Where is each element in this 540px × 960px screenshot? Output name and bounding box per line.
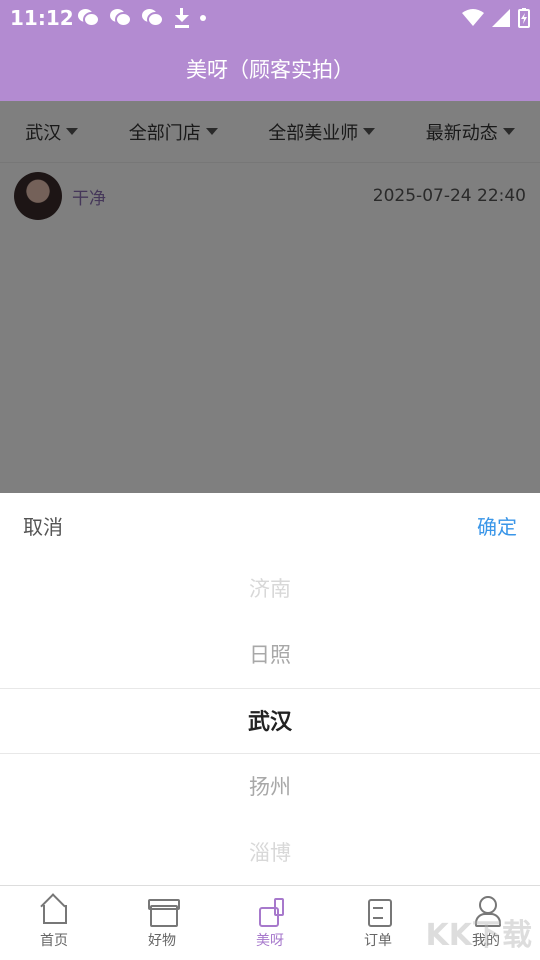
page-title: 美呀（顾客实拍）: [186, 57, 354, 82]
status-bar: 11:12: [0, 0, 540, 36]
home-icon: [39, 896, 69, 924]
wechat-icon: [78, 9, 100, 27]
cancel-button[interactable]: 取消: [23, 511, 63, 540]
tab-orders-label: 订单: [364, 933, 392, 949]
wifi-icon: [462, 9, 484, 26]
nail-polish-icon: [255, 896, 285, 927]
system-icons: [462, 8, 530, 28]
download-icon: [174, 8, 190, 28]
wechat-icon: [142, 9, 164, 27]
tab-home[interactable]: 首页: [0, 886, 108, 960]
picker-option[interactable]: 淄博: [0, 819, 540, 885]
wechat-icon: [110, 9, 132, 27]
more-notifications-dot: [200, 15, 206, 21]
modal-backdrop[interactable]: [0, 101, 540, 493]
tab-meiya-label: 美呀: [256, 933, 284, 949]
battery-icon: [518, 8, 530, 28]
watermark-logo: KK下载: [425, 918, 533, 953]
confirm-button[interactable]: 确定: [477, 511, 517, 540]
signal-icon: [492, 9, 510, 27]
notification-icons: [78, 8, 206, 28]
tab-goods-label: 好物: [148, 933, 176, 949]
picker-option[interactable]: 日照: [0, 621, 540, 687]
app-header: 美呀（顾客实拍）: [0, 36, 540, 101]
tab-orders[interactable]: 订单: [324, 886, 432, 960]
tab-meiya[interactable]: 美呀: [216, 886, 324, 960]
picker-header: 取消 确定: [0, 493, 540, 557]
tab-home-label: 首页: [40, 933, 68, 949]
picker-option[interactable]: 扬州: [0, 753, 540, 819]
status-time: 11:12: [10, 6, 74, 30]
tab-goods[interactable]: 好物: [108, 886, 216, 960]
city-picker-sheet: 取消 确定 济南 日照 武汉 扬州 淄博: [0, 493, 540, 885]
clipboard-icon: [363, 896, 393, 927]
picker-option[interactable]: 济南: [0, 555, 540, 621]
picker-option-selected[interactable]: 武汉: [0, 687, 540, 753]
gift-box-icon: [147, 896, 180, 927]
